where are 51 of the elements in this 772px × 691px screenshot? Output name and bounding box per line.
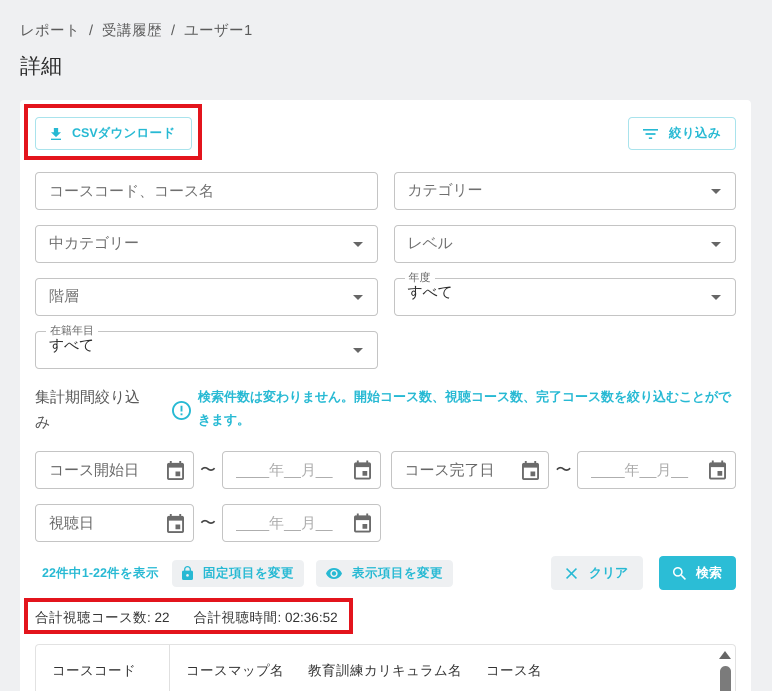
period-label: 集計期間絞り込み — [35, 388, 141, 433]
calendar-icon[interactable] — [522, 460, 540, 480]
close-icon — [566, 568, 577, 578]
scroll-up-arrow-icon[interactable] — [719, 651, 731, 659]
caret-icon — [352, 348, 362, 352]
result-count: 22件中1-22件を表示 — [41, 564, 159, 582]
summary-stat: 合計視聴時間: 02:36:52 — [194, 609, 338, 627]
caret-icon — [711, 188, 721, 194]
filter-icon — [643, 128, 658, 138]
range-separator: 〜 — [198, 514, 217, 534]
page-title: 詳細 — [20, 54, 63, 80]
course-search-field[interactable]: コースコード、コース名 — [35, 172, 378, 210]
date-field[interactable]: ____年__月__ — [222, 451, 380, 489]
range-separator: 〜 — [198, 460, 217, 480]
search-icon — [673, 566, 686, 580]
dropdown-select[interactable]: 階層 — [35, 278, 378, 316]
date-field[interactable]: コース完了日 — [390, 451, 550, 489]
dropdown-select[interactable]: レベル — [394, 225, 736, 263]
breadcrumb-current: ユーザー1 — [184, 22, 252, 41]
breadcrumb-link[interactable]: 受講履歴 — [102, 20, 162, 42]
date-field[interactable]: ____年__月__ — [222, 504, 380, 542]
calendar-icon[interactable] — [166, 460, 184, 480]
info-note: 検索件数は変わりません。開始コース数、視聴コース数、完了コース数を絞り込むことができます。 — [198, 388, 732, 429]
caret-icon — [711, 242, 721, 246]
column-header: コースコード — [36, 645, 170, 691]
column-header: 教育訓練カリキュラム名 — [307, 662, 463, 680]
summary-stat: 合計視聴コース数: 22 — [35, 609, 170, 627]
dropdown-select[interactable]: 在籍年目 すべて — [35, 324, 378, 369]
calendar-icon[interactable] — [354, 514, 370, 532]
breadcrumb-separator: / — [89, 22, 94, 41]
column-header: コース名 — [485, 662, 543, 680]
dropdown-select[interactable]: 年度 すべて — [394, 271, 736, 316]
lock-icon — [182, 566, 193, 580]
caret-icon — [352, 294, 362, 300]
calendar-icon[interactable] — [166, 514, 184, 532]
date-field[interactable]: コース開始日 — [35, 451, 194, 489]
breadcrumb-link[interactable]: レポート — [20, 20, 80, 42]
column-header: コースマップ名 — [185, 662, 285, 680]
scrollbar-thumb[interactable] — [720, 666, 730, 691]
download-icon — [51, 128, 61, 140]
caret-icon — [711, 294, 721, 300]
breadcrumb-separator: / — [171, 22, 176, 41]
caret-icon — [352, 242, 362, 246]
date-field[interactable]: 視聴日 — [35, 504, 194, 542]
calendar-icon[interactable] — [354, 460, 370, 480]
calendar-icon[interactable] — [709, 460, 726, 480]
date-field[interactable]: ____年__月__ — [577, 451, 736, 489]
eye-icon — [326, 568, 342, 578]
range-separator: 〜 — [554, 460, 572, 480]
dropdown-select[interactable]: カテゴリー — [394, 172, 736, 210]
dropdown-select[interactable]: 中カテゴリー — [35, 225, 378, 263]
